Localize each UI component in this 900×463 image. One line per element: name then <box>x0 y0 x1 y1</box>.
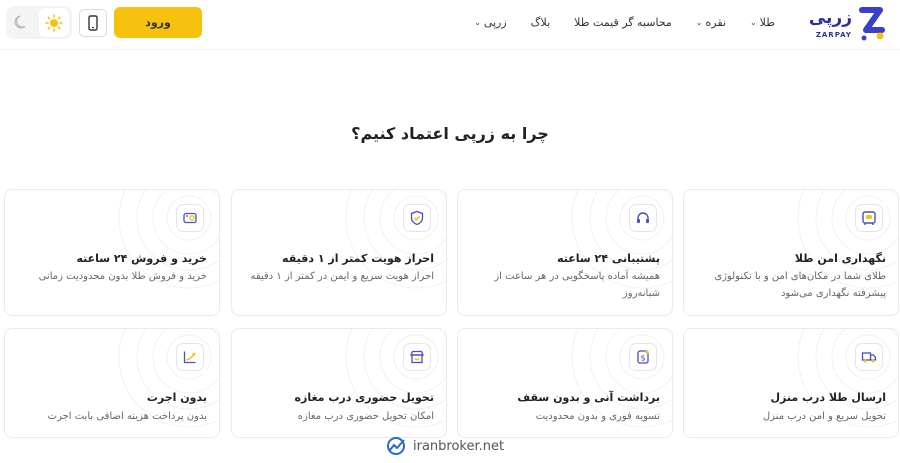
nav-item-label: بلاگ <box>530 15 551 29</box>
watermark-text: iranbroker.net <box>413 438 505 454</box>
feature-card: خرید و فروش ۲۴ ساعته خرید و فروش طلا بدو… <box>4 189 220 316</box>
zarpay-logo-mark-icon <box>859 7 885 41</box>
growth-chart-icon <box>176 343 204 371</box>
logo-text: زرپی <box>808 8 852 28</box>
card-title: احراز هویت کمتر از ۱ دقیقه <box>282 252 434 265</box>
card-title: ارسال طلا درب منزل <box>770 391 886 404</box>
safe-icon <box>855 204 883 232</box>
store-icon <box>403 343 431 371</box>
card-title: نگهداری امن طلا <box>794 252 886 265</box>
nav-item-label: نقره <box>705 15 726 29</box>
delivery-truck-icon <box>855 343 883 371</box>
nav-item-gold[interactable]: طلا ⌄ <box>750 16 775 29</box>
instant-withdraw-icon: $ <box>629 343 657 371</box>
card-description: طلای شما در مکان‌های امن و با تکنولوژی پ… <box>714 271 886 299</box>
theme-toggle[interactable] <box>6 6 72 39</box>
card-title: خرید و فروش ۲۴ ساعته <box>76 252 207 265</box>
nav-item-label: محاسبه گر قیمت طلا <box>574 15 672 29</box>
moon-icon[interactable] <box>12 12 32 32</box>
card-description: همیشه آماده پاسخگویی در هر ساعت از شبانه… <box>494 271 660 299</box>
zarpay-logo[interactable]: زرپی ZARPAY <box>806 6 886 44</box>
headset-icon <box>629 204 657 232</box>
card-title: پشتیبانی ۲۴ ساعته <box>557 252 660 265</box>
coin-swap-icon <box>176 204 204 232</box>
nav-item-label: طلا <box>759 15 775 29</box>
chevron-down-icon: ⌄ <box>695 17 703 27</box>
card-description: امکان تحویل حضوری درب مغازه <box>297 411 434 422</box>
card-description: احراز هویت سریع و ایمن در کمتر از ۱ دقیق… <box>250 271 434 282</box>
mobile-app-button[interactable] <box>79 9 107 37</box>
main-nav: طلا ⌄ نقره ⌄ محاسبه گر قیمت طلا بلاگ زرپ… <box>450 12 775 32</box>
chevron-down-icon: ⌄ <box>474 17 481 27</box>
card-title: بدون اجرت <box>146 391 207 404</box>
card-description: خرید و فروش طلا بدون محدودیت زمانی <box>38 271 207 282</box>
phone-icon <box>88 15 98 31</box>
card-description: تسویه فوری و بدون محدودیت <box>535 411 660 422</box>
login-button[interactable]: ورود <box>114 7 202 38</box>
nav-item-gold-calculator[interactable]: محاسبه گر قیمت طلا <box>574 16 672 29</box>
nav-item-zarpay[interactable]: زرپی ⌄ <box>474 16 507 29</box>
iranbroker-logo-icon <box>387 437 405 455</box>
feature-card: بدون اجرت بدون پرداخت هزینه اضافی بابت ا… <box>4 328 220 438</box>
feature-card: احراز هویت کمتر از ۱ دقیقه احراز هویت سر… <box>231 189 447 316</box>
card-title: برداشت آنی و بدون سقف <box>517 391 660 404</box>
card-description: بدون پرداخت هزینه اضافی بابت اجرت <box>47 411 207 422</box>
feature-card: پشتیبانی ۲۴ ساعته همیشه آماده پاسخگویی د… <box>457 189 673 316</box>
nav-item-label: زرپی <box>483 15 507 29</box>
nav-item-blog[interactable]: بلاگ <box>531 16 550 29</box>
nav-item-silver[interactable]: نقره ⌄ <box>696 16 726 29</box>
feature-card: نگهداری امن طلا طلای شما در مکان‌های امن… <box>683 189 899 316</box>
feature-card: تحویل حضوری درب مغازه امکان تحویل حضوری … <box>231 328 447 438</box>
shield-check-icon <box>403 204 431 232</box>
logo-subtext: ZARPAY <box>815 31 852 39</box>
card-title: تحویل حضوری درب مغازه <box>294 391 434 404</box>
watermark: iranbroker.net <box>386 433 524 459</box>
sun-icon[interactable] <box>39 8 69 37</box>
feature-card: $ برداشت آنی و بدون سقف تسویه فوری و بدو… <box>457 328 673 438</box>
chevron-down-icon: ⌄ <box>749 17 757 27</box>
feature-card: ارسال طلا درب منزل تحویل سریع و امن درب … <box>683 328 899 438</box>
svg-text:$: $ <box>640 354 645 363</box>
section-title: چرا به زرپی اعتماد کنیم؟ <box>351 124 549 143</box>
card-description: تحویل سریع و امن درب منزل <box>762 411 886 422</box>
site-header: زرپی ZARPAY طلا ⌄ نقره ⌄ محاسبه گر قیمت … <box>0 0 900 50</box>
